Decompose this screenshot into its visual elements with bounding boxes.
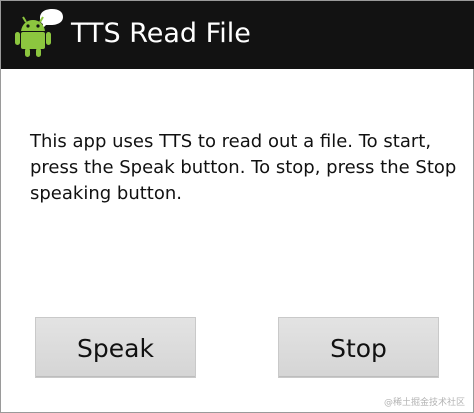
speak-button[interactable]: Speak <box>35 317 196 378</box>
stop-button[interactable]: Stop <box>278 317 439 378</box>
app-title: TTS Read File <box>71 18 251 49</box>
watermark-text: @稀土掘金技术社区 <box>383 398 465 408</box>
action-bar: TTS Read File <box>1 1 474 69</box>
app-window: TTS Read File This app uses TTS to read … <box>0 0 474 413</box>
instructions-text: This app uses TTS to read out a file. To… <box>30 131 457 204</box>
android-robot-icon <box>15 9 63 57</box>
